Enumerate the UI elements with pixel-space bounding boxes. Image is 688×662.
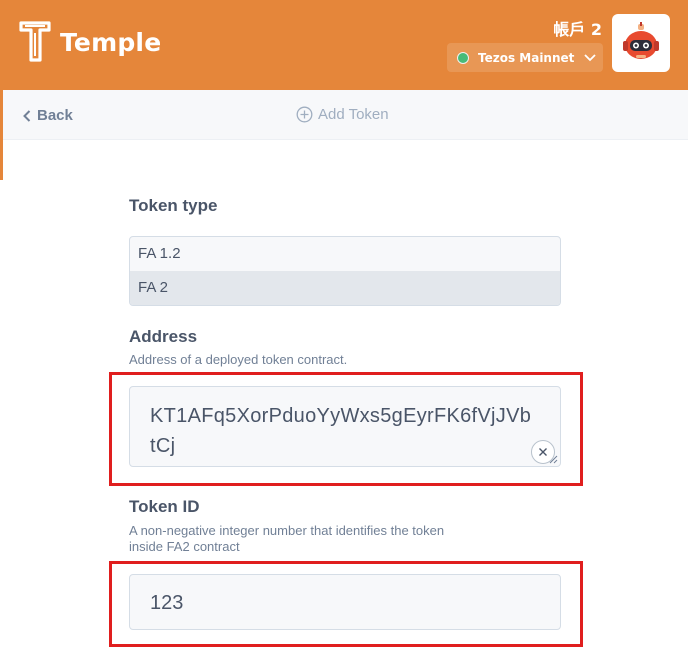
page-title-text: Add Token bbox=[318, 106, 389, 123]
network-status-icon bbox=[457, 51, 469, 64]
token-id-description: A non-negative integer number that ident… bbox=[129, 523, 444, 555]
token-id-highlight-box bbox=[109, 561, 583, 647]
back-button[interactable]: Back bbox=[23, 107, 73, 124]
page-title: Add Token bbox=[296, 106, 389, 123]
network-selector[interactable]: Tezos Mainnet bbox=[447, 43, 603, 72]
page-header: Back Add Token bbox=[3, 90, 688, 140]
temple-logo[interactable]: Temple bbox=[18, 20, 161, 64]
temple-logo-icon bbox=[19, 21, 51, 62]
chevron-down-icon bbox=[584, 53, 597, 61]
plus-circle-icon bbox=[296, 106, 313, 123]
back-label: Back bbox=[37, 107, 73, 124]
network-label: Tezos Mainnet bbox=[478, 50, 575, 65]
robot-avatar-icon bbox=[623, 22, 659, 59]
token-type-option-fa12[interactable]: FA 1.2 bbox=[130, 237, 560, 271]
chevron-left-icon bbox=[23, 109, 31, 122]
address-highlight-box bbox=[109, 372, 583, 486]
account-avatar[interactable] bbox=[612, 14, 670, 72]
token-type-label: Token type bbox=[129, 196, 218, 215]
account-name: 帳戶 2 bbox=[553, 20, 602, 39]
address-label: Address bbox=[129, 327, 198, 346]
token-type-option-fa2[interactable]: FA 2 bbox=[130, 271, 560, 305]
app-name: Temple bbox=[60, 27, 162, 57]
token-type-select[interactable]: FA 1.2 FA 2 bbox=[129, 236, 561, 306]
token-id-description-line1: A non-negative integer number that ident… bbox=[129, 523, 445, 538]
address-description: Address of a deployed token contract. bbox=[129, 352, 348, 367]
token-id-description-line2: inside FA2 contract bbox=[129, 539, 240, 554]
app-header: Temple 帳戶 2 Tezos Mainnet bbox=[0, 0, 688, 90]
token-id-label: Token ID bbox=[129, 497, 200, 516]
